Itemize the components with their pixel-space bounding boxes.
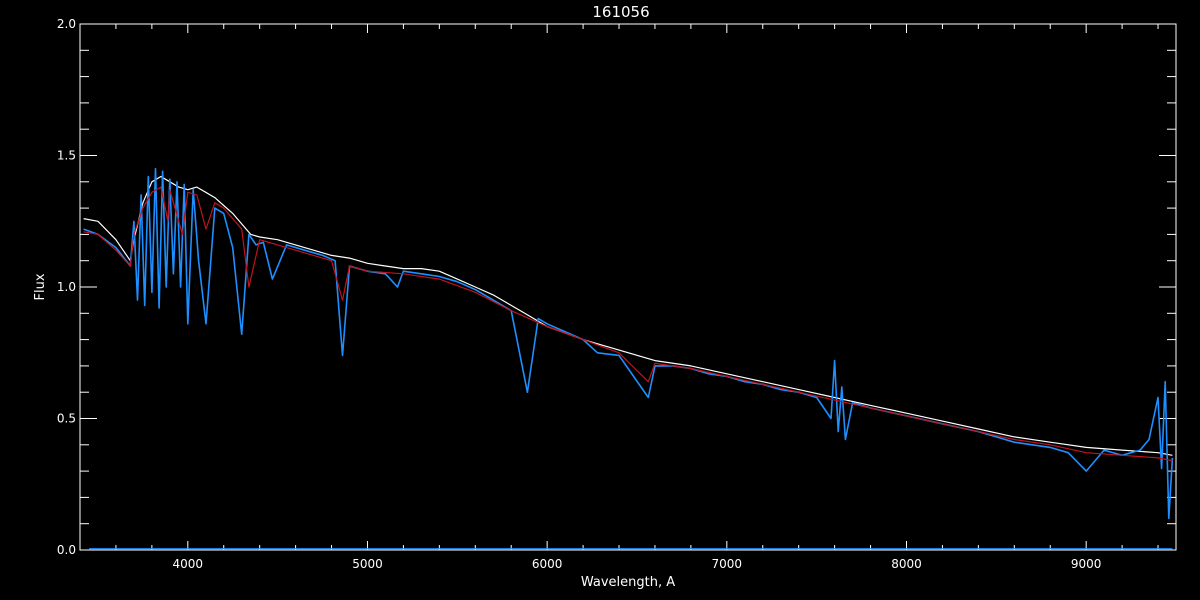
y-tick-label: 0.0 <box>57 543 76 557</box>
y-tick-label: 2.0 <box>57 17 76 31</box>
x-tick-label: 4000 <box>173 557 204 571</box>
chart-title: 161056 <box>592 3 649 21</box>
y-axis-label: Flux <box>33 273 48 300</box>
x-tick-label: 6000 <box>532 557 563 571</box>
chart-background <box>0 0 1200 600</box>
y-tick-label: 0.5 <box>57 412 76 426</box>
x-tick-label: 8000 <box>891 557 922 571</box>
x-tick-label: 9000 <box>1071 557 1102 571</box>
x-tick-label: 7000 <box>712 557 743 571</box>
x-axis-label: Wavelength, A <box>581 575 675 590</box>
y-tick-label: 1.5 <box>57 149 76 163</box>
x-tick-label: 5000 <box>352 557 383 571</box>
spectrum-chart: 161056 4000 5000 6000 7000 8000 9000 0.0 0.5 1.0… <box>0 0 1200 600</box>
y-tick-label: 1.0 <box>57 280 76 294</box>
